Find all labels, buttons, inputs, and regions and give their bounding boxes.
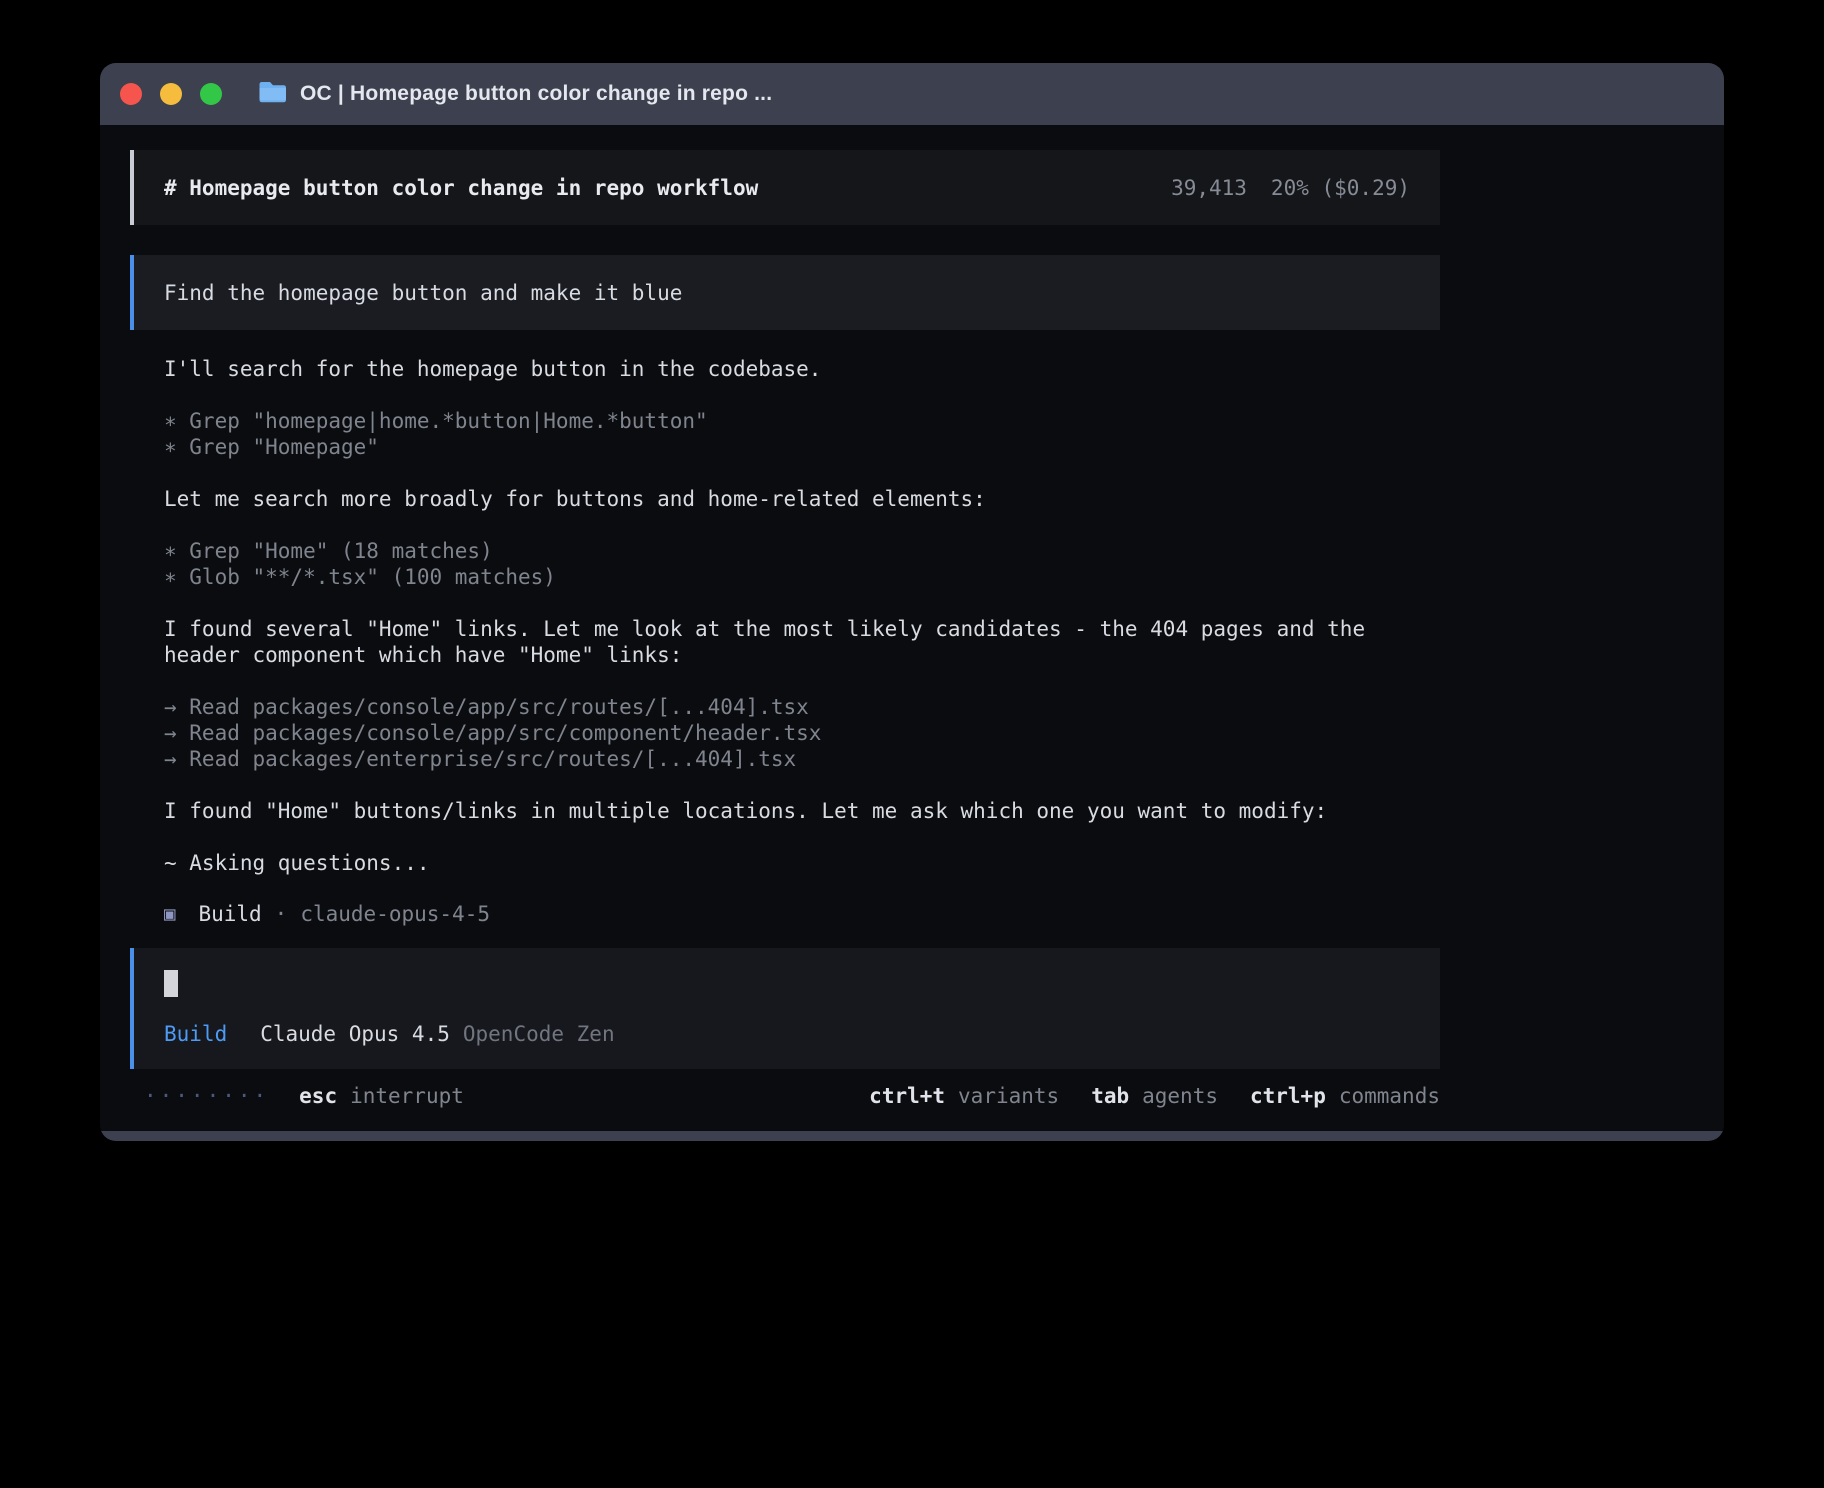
titlebar[interactable]: OC | Homepage button color change in rep… [100,63,1724,125]
agent-icon: ▣ [164,903,175,925]
text-line: ~ Asking questions... [164,850,1410,876]
provider-name: OpenCode Zen [463,1022,615,1046]
conversation: I'll search for the homepage button in t… [130,330,1440,926]
session-header: # Homepage button color change in repo w… [130,150,1440,225]
text-line: I found several "Home" links. Let me loo… [164,616,1410,668]
footer-shortcuts: ctrl+t variants tab agents ctrl+p commands [869,1083,1440,1109]
status-bar: ········ esc interrupt ctrl+t variants tab… [130,1083,1440,1109]
text-line: I'll search for the homepage button in t… [164,356,1410,382]
title-group: OC | Homepage button color change in rep… [258,80,772,108]
separator-dot: · [275,902,288,926]
text-block: ~ Asking questions... [164,850,1410,876]
window-title: OC | Homepage button color change in rep… [300,82,772,106]
shortcut-label: agents [1142,1084,1218,1108]
prompt-input[interactable]: Build Claude Opus 4.5 OpenCode Zen [130,948,1440,1069]
esc-label: interrupt [350,1083,464,1109]
agent-mode: Build [164,1022,227,1046]
text-block: Let me search more broadly for buttons a… [164,486,1410,512]
agent-model: claude-opus-4-5 [300,902,490,926]
spinner-dots: ········ [144,1083,269,1109]
text-line: ∗ Grep "homepage|home.*button|Home.*butt… [164,408,1410,434]
text-line: ∗ Grep "Homepage" [164,434,1410,460]
terminal-window: OC | Homepage button color change in rep… [100,63,1724,1141]
shortcut-key: tab [1091,1084,1129,1108]
terminal-body: # Homepage button color change in repo w… [100,125,1724,1131]
text-block: I'll search for the homepage button in t… [164,356,1410,382]
shortcut-agents: tab agents [1091,1083,1218,1109]
minimize-button[interactable] [160,83,182,105]
shortcut-key: ctrl+t [869,1084,945,1108]
text-line: → Read packages/enterprise/src/routes/[.… [164,746,1410,772]
text-block: I found "Home" buttons/links in multiple… [164,798,1410,824]
text-line: → Read packages/console/app/src/routes/[… [164,694,1410,720]
token-count: 39,413 [1171,176,1247,200]
model-name: Claude Opus 4.5 [260,1022,450,1046]
shortcut-label: commands [1339,1084,1440,1108]
agent-name: Build [198,902,261,926]
shortcut-variants: ctrl+t variants [869,1083,1059,1109]
session-stats: 39,413 20% ($0.29) [1171,176,1410,200]
text-line: ∗ Grep "Home" (18 matches) [164,538,1410,564]
shortcut-key: ctrl+p [1250,1084,1326,1108]
text-line: Let me search more broadly for buttons a… [164,486,1410,512]
text-cursor [164,970,178,997]
tool-block: ∗ Grep "homepage|home.*button|Home.*butt… [164,408,1410,460]
context-cost: 20% ($0.29) [1271,176,1410,200]
tool-block: → Read packages/console/app/src/routes/[… [164,694,1410,772]
user-message: Find the homepage button and make it blu… [130,255,1440,330]
session-title: # Homepage button color change in repo w… [164,176,758,200]
agent-status-line: ▣ Build · claude-opus-4-5 [164,902,1410,926]
text-line: → Read packages/console/app/src/componen… [164,720,1410,746]
shortcut-commands: ctrl+p commands [1250,1083,1440,1109]
text-line: I found "Home" buttons/links in multiple… [164,798,1410,824]
text-line: ∗ Glob "**/*.tsx" (100 matches) [164,564,1410,590]
prompt-value [164,970,1410,997]
traffic-lights [120,83,222,105]
text-block: I found several "Home" links. Let me loo… [164,616,1410,668]
shortcut-label: variants [958,1084,1059,1108]
user-message-text: Find the homepage button and make it blu… [164,281,682,305]
prompt-status: Build Claude Opus 4.5 OpenCode Zen [164,1021,1410,1047]
zoom-button[interactable] [200,83,222,105]
folder-icon [258,80,287,108]
close-button[interactable] [120,83,142,105]
tool-block: ∗ Grep "Home" (18 matches)∗ Glob "**/*.t… [164,538,1410,590]
window-bottom-edge [100,1131,1724,1141]
esc-key-hint: esc [299,1083,337,1109]
